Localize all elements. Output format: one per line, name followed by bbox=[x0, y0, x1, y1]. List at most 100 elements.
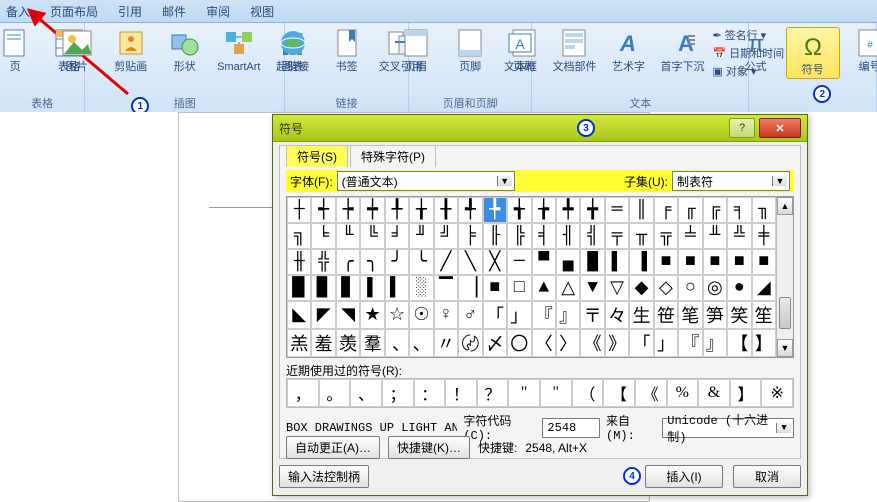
symbol-button[interactable]: Ω符号 bbox=[786, 27, 840, 79]
recent-symbol-cell[interactable]: （ bbox=[572, 379, 604, 407]
symbol-cell[interactable]: ▐ bbox=[629, 249, 653, 275]
symbol-cell[interactable]: █ bbox=[580, 249, 604, 275]
symbol-cell[interactable]: ┿ bbox=[360, 197, 384, 223]
symbol-cell[interactable]: ♂ bbox=[458, 301, 482, 329]
symbol-cell[interactable]: 笙 bbox=[752, 301, 776, 329]
symbol-cell[interactable]: 笹 bbox=[654, 301, 678, 329]
symbol-cell[interactable]: 羡 bbox=[336, 329, 360, 357]
symbol-cell[interactable]: ■ bbox=[678, 249, 702, 275]
symbol-cell[interactable]: 〃 bbox=[434, 329, 458, 357]
symbol-cell[interactable]: 々 bbox=[605, 301, 629, 329]
symbol-cell[interactable]: ■ bbox=[703, 249, 727, 275]
symbol-cell[interactable]: ┾ bbox=[336, 197, 360, 223]
ime-button[interactable]: 输入法控制柄 bbox=[279, 465, 369, 488]
symbol-cell[interactable]: 笑 bbox=[727, 301, 751, 329]
symbol-cell[interactable]: ╘ bbox=[311, 223, 335, 249]
symbol-cell[interactable]: ● bbox=[727, 275, 751, 301]
symbol-cell[interactable]: ▀ bbox=[532, 249, 556, 275]
symbol-cell[interactable]: 「 bbox=[629, 329, 653, 357]
symbol-cell[interactable]: ◎ bbox=[703, 275, 727, 301]
symbol-cell[interactable]: ◤ bbox=[311, 301, 335, 329]
symbol-cell[interactable]: 『 bbox=[678, 329, 702, 357]
symbol-cell[interactable]: ╮ bbox=[360, 249, 384, 275]
symbol-cell[interactable]: ╞ bbox=[458, 223, 482, 249]
font-combo[interactable]: (普通文本) ▼ bbox=[337, 171, 515, 191]
symbol-cell[interactable]: ╰ bbox=[409, 249, 433, 275]
close-button[interactable]: ✕ bbox=[759, 118, 801, 138]
tab-special-chars[interactable]: 特殊字符(P) bbox=[350, 145, 436, 167]
symbol-cell[interactable]: ▼ bbox=[580, 275, 604, 301]
subset-combo[interactable]: 制表符 ▼ bbox=[672, 171, 790, 191]
code-input[interactable]: 2548 bbox=[542, 418, 600, 438]
recent-symbol-cell[interactable]: & bbox=[698, 379, 730, 407]
symbol-cell[interactable]: ╤ bbox=[605, 223, 629, 249]
symbol-cell[interactable]: ║ bbox=[629, 197, 653, 223]
symbol-cell[interactable]: ╩ bbox=[727, 223, 751, 249]
recent-symbol-cell[interactable]: " bbox=[540, 379, 572, 407]
menu-page-layout[interactable]: 页面布局 bbox=[50, 3, 98, 20]
symbol-cell[interactable]: ╀ bbox=[385, 197, 409, 223]
recent-symbols[interactable]: ，。、；：！？""（【《%&】※ bbox=[286, 378, 794, 408]
shortcutkey-button[interactable]: 快捷键(K)… bbox=[388, 436, 470, 459]
symbol-cell[interactable]: 〆 bbox=[483, 329, 507, 357]
symbol-cell[interactable]: 》 bbox=[605, 329, 629, 357]
symbol-cell[interactable]: ､ bbox=[385, 329, 409, 357]
symbol-cell[interactable]: 」 bbox=[507, 301, 531, 329]
symbol-cell[interactable]: ╄ bbox=[483, 197, 507, 223]
tab-symbols[interactable]: 符号(S) bbox=[286, 145, 348, 167]
quickparts-button[interactable]: 文档部件 bbox=[550, 27, 598, 73]
menu-view[interactable]: 视图 bbox=[250, 3, 274, 20]
symbol-cell[interactable]: ┼ bbox=[287, 197, 311, 223]
recent-symbol-cell[interactable]: ？ bbox=[477, 379, 509, 407]
symbol-cell[interactable]: 笔 bbox=[678, 301, 702, 329]
symbol-cell[interactable]: ╨ bbox=[703, 223, 727, 249]
symbol-cell[interactable]: ◇ bbox=[654, 275, 678, 301]
recent-symbol-cell[interactable]: 。 bbox=[319, 379, 351, 407]
symbol-cell[interactable]: 【 bbox=[727, 329, 751, 357]
symbol-cell[interactable]: ╕ bbox=[727, 197, 751, 223]
symbol-cell[interactable]: ▔ bbox=[434, 275, 458, 301]
recent-symbol-cell[interactable]: ； bbox=[382, 379, 414, 407]
recent-symbol-cell[interactable]: ， bbox=[287, 379, 319, 407]
symbol-cell[interactable]: 、 bbox=[409, 329, 433, 357]
scroll-down-button[interactable]: ▼ bbox=[777, 339, 793, 357]
textbox-button[interactable]: A文本框 bbox=[496, 27, 544, 73]
symbol-cell[interactable]: ▽ bbox=[605, 275, 629, 301]
symbol-cell[interactable]: ╇ bbox=[556, 197, 580, 223]
symbol-cell[interactable]: △ bbox=[556, 275, 580, 301]
symbol-cell[interactable]: ┽ bbox=[311, 197, 335, 223]
symbol-cell[interactable]: ╓ bbox=[678, 197, 702, 223]
symbol-cell[interactable]: 』 bbox=[703, 329, 727, 357]
symbol-cell[interactable]: ╦ bbox=[654, 223, 678, 249]
symbol-cell[interactable]: ╜ bbox=[409, 223, 433, 249]
symbol-cell[interactable]: 〉 bbox=[556, 329, 580, 357]
symbol-cell[interactable]: ╛ bbox=[385, 223, 409, 249]
footer-button[interactable]: 页脚 bbox=[446, 27, 494, 73]
symbol-cell[interactable]: ╚ bbox=[360, 223, 384, 249]
recent-symbol-cell[interactable]: 《 bbox=[635, 379, 667, 407]
menu-review[interactable]: 审阅 bbox=[206, 3, 230, 20]
symbol-cell[interactable]: ◆ bbox=[629, 275, 653, 301]
symbol-cell[interactable]: ▊ bbox=[311, 275, 335, 301]
from-combo[interactable]: Unicode (十六进制) ▼ bbox=[662, 418, 794, 438]
symbol-cell[interactable]: 《 bbox=[580, 329, 604, 357]
recent-symbol-cell[interactable]: 【 bbox=[603, 379, 635, 407]
help-button[interactable]: ? bbox=[729, 118, 755, 138]
smartart-button[interactable]: SmartArt bbox=[215, 27, 263, 73]
symbol-cell[interactable]: ╡ bbox=[532, 223, 556, 249]
symbol-cell[interactable]: ▄ bbox=[556, 249, 580, 275]
symbol-cell[interactable]: ■ bbox=[654, 249, 678, 275]
symbol-cell[interactable]: 〇 bbox=[507, 329, 531, 357]
symbol-cell[interactable]: ╢ bbox=[556, 223, 580, 249]
header-button[interactable]: 页眉 bbox=[392, 27, 440, 73]
symbol-cell[interactable]: ╥ bbox=[629, 223, 653, 249]
symbol-cell[interactable]: ╝ bbox=[434, 223, 458, 249]
symbol-cell[interactable]: ╣ bbox=[580, 223, 604, 249]
pages-button[interactable]: 页 bbox=[0, 27, 39, 73]
symbol-cell[interactable]: ╭ bbox=[336, 249, 360, 275]
symbol-cell[interactable]: ╱ bbox=[434, 249, 458, 275]
recent-symbol-cell[interactable]: ※ bbox=[761, 379, 793, 407]
symbol-cell[interactable]: ■ bbox=[752, 249, 776, 275]
symbol-cell[interactable]: ╈ bbox=[580, 197, 604, 223]
autocorrect-button[interactable]: 自动更正(A)… bbox=[286, 436, 380, 459]
